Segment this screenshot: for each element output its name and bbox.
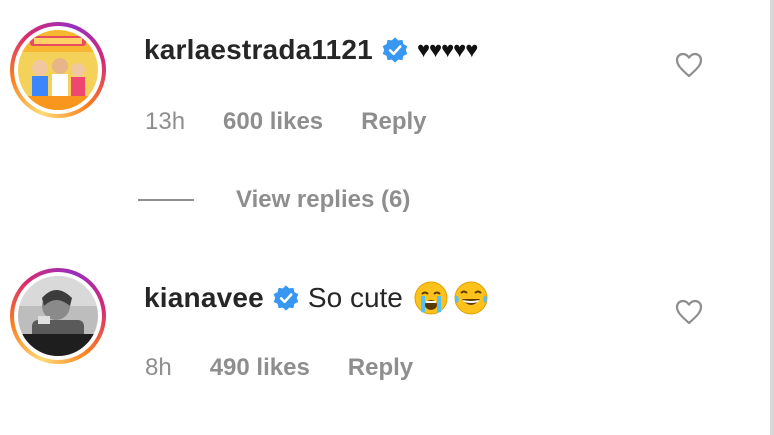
comment-text: So cute xyxy=(307,282,403,313)
view-replies-button[interactable]: View replies (6) xyxy=(138,186,410,214)
avatar-image xyxy=(18,276,98,356)
reply-button[interactable]: Reply xyxy=(361,108,426,136)
tears-of-joy-icon xyxy=(453,280,489,316)
avatar-kianavee[interactable] xyxy=(10,268,106,364)
page-edge-divider xyxy=(770,0,774,435)
comment-username[interactable]: kianavee xyxy=(144,282,264,314)
comment-text: ♥♥♥♥♥ xyxy=(416,37,478,62)
divider-line xyxy=(138,199,194,201)
view-replies-label: View replies (6) xyxy=(236,186,411,213)
reply-button[interactable]: Reply xyxy=(348,354,413,382)
like-heart-icon[interactable] xyxy=(675,299,703,325)
verified-badge-icon xyxy=(272,284,300,312)
avatar-karlaestrada1121[interactable] xyxy=(10,22,106,118)
verified-badge-icon xyxy=(381,36,409,64)
comment-username[interactable]: karlaestrada1121 xyxy=(144,34,373,66)
comment-likes[interactable]: 600 likes xyxy=(223,108,323,136)
avatar-image xyxy=(18,30,98,110)
comment-time: 13h xyxy=(145,108,186,135)
comment-likes[interactable]: 490 likes xyxy=(210,354,310,382)
like-heart-icon[interactable] xyxy=(675,52,703,78)
comment-time: 8h xyxy=(145,354,172,381)
crying-face-icon xyxy=(413,280,449,316)
